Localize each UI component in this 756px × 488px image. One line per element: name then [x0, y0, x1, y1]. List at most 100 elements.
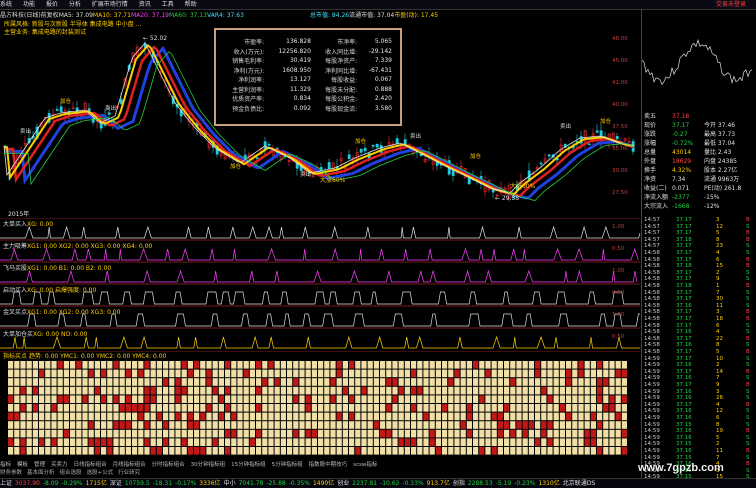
grid-cell: [156, 447, 162, 455]
grid-cell: [435, 386, 441, 395]
menu-item-function[interactable]: 功能: [23, 0, 35, 9]
trade-login-status[interactable]: 交易未登录: [716, 0, 746, 9]
grid-cell: [318, 412, 324, 421]
menu-item-system[interactable]: 系统: [0, 0, 12, 9]
grid-cell: [26, 395, 32, 403]
function-tab[interactable]: 财务参数: [0, 469, 22, 477]
grid-cell: [113, 429, 119, 438]
grid-cell: [342, 429, 348, 438]
indicator-tab[interactable]: 指标: [0, 461, 11, 469]
grid-cell: [497, 421, 503, 429]
grid-cell: [280, 404, 286, 412]
grid-cell: [231, 438, 237, 446]
grid-cell: [144, 361, 150, 369]
quote-extra: 今开 37.46: [704, 122, 736, 129]
grid-cell: [547, 438, 553, 446]
grid-cell: [150, 361, 156, 369]
grid-cell: [435, 404, 441, 412]
grid-cell: [262, 412, 268, 421]
indicator-tab[interactable]: 分时指标组合: [152, 461, 185, 469]
grid-cell: [249, 421, 255, 429]
grid-cell: [578, 447, 584, 455]
quote-row: 现价 37.17 今开 37.46: [642, 122, 756, 130]
grid-cell: [280, 378, 286, 386]
indicator-tab[interactable]: 月线指标组合: [113, 461, 146, 469]
indicator-tab[interactable]: 指数股中期技巧: [309, 461, 348, 469]
grid-cell: [584, 378, 590, 386]
grid-cell: [243, 421, 249, 429]
grid-cell: [398, 395, 404, 403]
grid-cell: [541, 386, 547, 395]
candle-body: [327, 162, 331, 170]
indicator-tab[interactable]: 模板: [17, 461, 28, 469]
grid-cell: [466, 438, 472, 446]
grid-cell: [349, 378, 355, 386]
indicator-tab[interactable]: 管理: [34, 461, 45, 469]
function-tab[interactable]: 行业研究: [118, 469, 140, 477]
grid-cell: [485, 429, 491, 438]
grid-cell: [516, 447, 522, 455]
grid-cell: [150, 395, 156, 403]
grid-cell: [318, 378, 324, 386]
grid-cell: [355, 386, 361, 395]
grid-cell: [392, 361, 398, 369]
grid-cell: [584, 438, 590, 446]
grid-cell: [559, 369, 565, 378]
grid-cell: [380, 386, 386, 395]
site-watermark: www.7gpzb.com: [638, 462, 724, 474]
grid-cell: [522, 447, 528, 455]
function-tab[interactable]: 基本面分析: [27, 469, 55, 477]
menu-item-ext-market[interactable]: 扩展市场行情: [92, 0, 128, 9]
function-tab[interactable]: 选股+公式: [87, 469, 114, 477]
quote-value: 43014: [672, 149, 692, 156]
grid-cell: [522, 429, 528, 438]
menu-item-news[interactable]: 资讯: [139, 0, 151, 9]
menu-item-quote[interactable]: 报价: [46, 0, 58, 9]
grid-cell: [175, 404, 181, 412]
grid-cell: [460, 421, 466, 429]
quote-key: 涨跌: [644, 131, 657, 138]
grid-cell: [609, 404, 615, 412]
indicator-tab[interactable]: 5分钟指标组: [272, 461, 303, 469]
grid-cell: [572, 386, 578, 395]
grid-cell: [473, 429, 479, 438]
grid-cell: [318, 361, 324, 369]
grid-cell: [448, 369, 454, 378]
grid-cell: [603, 395, 609, 403]
grid-cell: [8, 447, 14, 455]
y-axis-label: 37.50: [612, 124, 628, 130]
fundamentals-row: 主营利润率: 11.329 每股未分配: 0.888: [220, 85, 394, 95]
grid-cell: [342, 447, 348, 455]
status-item: 7041.78: [238, 480, 264, 487]
grid-cell: [8, 369, 14, 378]
quote-value: 7.34: [672, 176, 686, 183]
indicator-tab[interactable]: 日线指标组合: [74, 461, 107, 469]
grid-cell: [119, 412, 125, 421]
grid-cell: [268, 447, 274, 455]
indicator-tab[interactable]: 买卖力: [51, 461, 68, 469]
intraday-mini-chart[interactable]: [642, 17, 756, 107]
menu-item-tools[interactable]: 工具: [162, 0, 174, 9]
menu-item-help[interactable]: 帮助: [185, 0, 197, 9]
grid-cell: [373, 412, 379, 421]
indicator-tab[interactable]: 30分钟指标组: [191, 461, 226, 469]
grid-cell: [349, 386, 355, 395]
grid-cell: [597, 421, 603, 429]
grid-cell: [404, 404, 410, 412]
grid-cell: [113, 369, 119, 378]
status-item: -0.33%: [402, 480, 424, 487]
grid-cell: [268, 395, 274, 403]
signal-grid[interactable]: [0, 351, 640, 460]
grid-cell: [386, 386, 392, 395]
indicator-tab[interactable]: scsw指标: [353, 461, 377, 469]
grid-cell: [448, 395, 454, 403]
grid-cell: [212, 429, 218, 438]
menu-item-analysis[interactable]: 分析: [69, 0, 81, 9]
grid-cell: [417, 438, 423, 446]
grid-cell: [510, 361, 516, 369]
grid-cell: [200, 386, 206, 395]
function-tab[interactable]: 组合选股: [60, 469, 82, 477]
quote-row: 换手 4.32% 股本 2.27亿: [642, 167, 756, 175]
grid-cell: [200, 447, 206, 455]
indicator-tab[interactable]: 15分钟指标组: [231, 461, 266, 469]
